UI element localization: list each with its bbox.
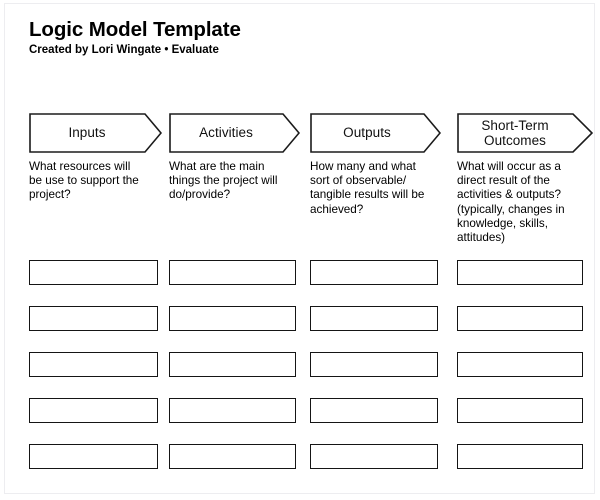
entry-box-outputs-row3[interactable] [310, 352, 438, 377]
entry-box-activities-row5[interactable] [169, 444, 296, 469]
phase-banner-outputs[interactable]: Outputs [310, 113, 441, 153]
entry-box-short-term-outcomes-row2[interactable] [457, 306, 583, 331]
entry-box-outputs-row5[interactable] [310, 444, 438, 469]
phase-banner-inputs[interactable]: Inputs [29, 113, 162, 153]
column-prompt-short-term-outcomes: What will occur as a direct result of th… [457, 160, 565, 245]
column-prompt-inputs: What resources will be use to support th… [29, 160, 139, 202]
entry-box-outputs-row4[interactable] [310, 398, 438, 423]
entry-box-outputs-row2[interactable] [310, 306, 438, 331]
logic-model-columns: Inputs What resources will be use to supp… [5, 4, 594, 493]
entry-box-short-term-outcomes-row4[interactable] [457, 398, 583, 423]
phase-banner-short-term-outcomes[interactable]: Short-Term Outcomes [457, 113, 593, 153]
column-prompt-outputs: How many and what sort of observable/ ta… [310, 160, 425, 216]
entry-box-inputs-row4[interactable] [29, 398, 158, 423]
entry-box-short-term-outcomes-row5[interactable] [457, 444, 583, 469]
entry-box-activities-row2[interactable] [169, 306, 296, 331]
entry-box-short-term-outcomes-row3[interactable] [457, 352, 583, 377]
entry-box-activities-row4[interactable] [169, 398, 296, 423]
document-page: Logic Model Template Created by Lori Win… [4, 3, 595, 494]
entry-box-inputs-row5[interactable] [29, 444, 158, 469]
chevron-arrow-icon [457, 113, 593, 153]
phase-banner-activities[interactable]: Activities [169, 113, 300, 153]
chevron-arrow-icon [29, 113, 162, 153]
entry-box-inputs-row3[interactable] [29, 352, 158, 377]
column-prompt-activities: What are the main things the project wil… [169, 160, 278, 202]
entry-box-short-term-outcomes-row1[interactable] [457, 260, 583, 285]
entry-box-inputs-row1[interactable] [29, 260, 158, 285]
entry-box-outputs-row1[interactable] [310, 260, 438, 285]
entry-box-activities-row1[interactable] [169, 260, 296, 285]
chevron-arrow-icon [310, 113, 441, 153]
entry-box-activities-row3[interactable] [169, 352, 296, 377]
chevron-arrow-icon [169, 113, 300, 153]
entry-box-inputs-row2[interactable] [29, 306, 158, 331]
